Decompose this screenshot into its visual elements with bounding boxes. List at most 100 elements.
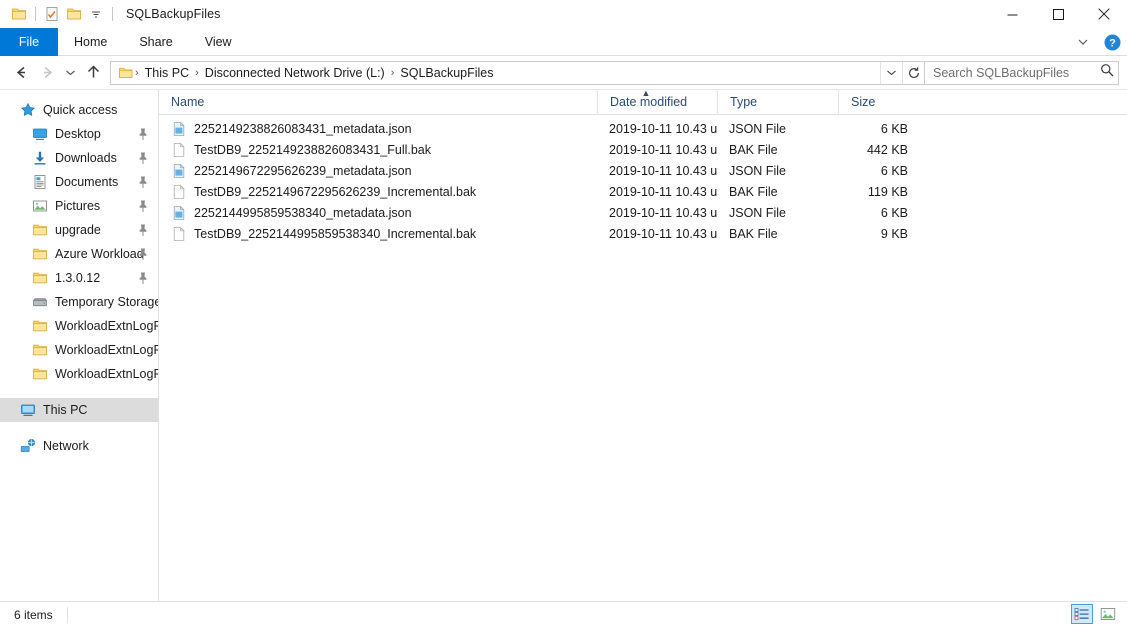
folder-icon[interactable] [8, 3, 30, 25]
breadcrumb-bar[interactable]: › This PC › Disconnected Network Drive (… [110, 60, 925, 85]
sidebar-item-temporary-storage[interactable]: Temporary Storage [0, 290, 158, 314]
explorer-body: Quick access Desktop Downloads Documents… [0, 87, 1127, 601]
sidebar-item-downloads[interactable]: Downloads [0, 146, 158, 170]
downloads-icon [32, 150, 48, 166]
sidebar-item-label: Network [43, 439, 89, 453]
up-button[interactable] [80, 60, 106, 86]
status-divider [66, 606, 68, 623]
search-box[interactable] [925, 60, 1119, 85]
documents-icon [32, 174, 48, 190]
sidebar-item-azure-workload[interactable]: Azure Workload [0, 242, 158, 266]
desktop-icon [32, 126, 48, 142]
sort-ascending-icon: ▲ [641, 87, 651, 98]
sidebar-item-documents[interactable]: Documents [0, 170, 158, 194]
back-button[interactable] [8, 60, 34, 86]
sidebar-item-desktop[interactable]: Desktop [0, 122, 158, 146]
customize-dropdown-icon[interactable] [85, 3, 107, 25]
sidebar-item-upgrade[interactable]: upgrade [0, 218, 158, 242]
sidebar-item-label: Documents [55, 175, 119, 189]
column-header-size[interactable]: Size [838, 89, 918, 115]
properties-icon[interactable] [41, 3, 63, 25]
chevron-down-icon[interactable] [1071, 30, 1095, 54]
sidebar-item-network[interactable]: Network [0, 434, 158, 458]
sidebar-item-label: Azure Workload [55, 247, 144, 261]
sidebar-item-label: Desktop [55, 127, 101, 141]
table-row[interactable]: TestDB9_2252149238826083431_Full.bak 201… [159, 139, 1127, 160]
file-name: TestDB9_2252149238826083431_Full.bak [194, 142, 431, 157]
large-icons-view-button[interactable] [1097, 604, 1119, 624]
file-size-cell: 6 KB [880, 163, 908, 178]
pin-icon[interactable] [137, 271, 149, 285]
pin-icon[interactable] [137, 151, 149, 165]
file-name-cell: TestDB9_2252149672295626239_Incremental.… [159, 181, 597, 202]
maximize-button[interactable] [1035, 0, 1081, 28]
recent-locations-icon[interactable] [60, 60, 80, 86]
pin-icon[interactable] [137, 247, 149, 261]
sidebar-item-label: Pictures [55, 199, 101, 213]
breadcrumb-item-folder[interactable]: SQLBackupFiles [395, 66, 498, 80]
file-date-cell: 2019-10-11 10.43 u. [609, 142, 717, 157]
sidebar-item-label: 1.3.0.12 [55, 271, 101, 285]
table-row[interactable]: 2252149672295626239_metadata.json 2019-1… [159, 160, 1127, 181]
breadcrumb: › This PC › Disconnected Network Drive (… [111, 62, 880, 84]
sidebar-item-pictures[interactable]: Pictures [0, 194, 158, 218]
file-list-pane: Name ▲ Date modified Type Size 225214923… [159, 87, 1127, 601]
column-header-date-modified[interactable]: ▲ Date modified [597, 87, 717, 115]
sidebar-item-workload-extn-log-folder-1[interactable]: WorkloadExtnLogFo [0, 314, 158, 338]
close-button[interactable] [1081, 0, 1127, 28]
column-header-type[interactable]: Type [717, 89, 838, 115]
breadcrumb-folder-icon [115, 65, 134, 81]
file-date-cell: 2019-10-11 10.43 u. [609, 184, 717, 199]
pin-icon[interactable] [137, 199, 149, 213]
sidebar-item-label: Downloads [55, 151, 117, 165]
pin-icon[interactable] [137, 175, 149, 189]
breadcrumb-item-drive[interactable]: Disconnected Network Drive (L:) [200, 66, 390, 80]
new-folder-icon[interactable] [63, 3, 85, 25]
pin-icon[interactable] [137, 127, 149, 141]
folder-icon [32, 366, 48, 382]
search-input[interactable] [933, 65, 1100, 80]
ribbon-right-controls: ? [1071, 28, 1123, 56]
status-bar: 6 items [0, 601, 1127, 627]
file-type-cell: BAK File [729, 142, 778, 157]
tab-view[interactable]: View [189, 28, 248, 56]
toolbar-divider [35, 7, 36, 21]
search-icon[interactable] [1100, 63, 1114, 82]
bak-file-icon [171, 184, 187, 200]
previous-locations-icon[interactable] [880, 61, 902, 84]
title-bar: SQLBackupFiles [0, 0, 1127, 28]
sidebar-item-1-3-0-12[interactable]: 1.3.0.12 [0, 266, 158, 290]
file-type-cell: JSON File [729, 163, 786, 178]
star-icon [20, 102, 36, 118]
sidebar-item-this-pc[interactable]: This PC [0, 398, 158, 422]
pin-icon[interactable] [137, 223, 149, 237]
item-count: 6 items [14, 607, 53, 622]
minimize-button[interactable] [989, 0, 1035, 28]
table-row[interactable]: 2252149238826083431_metadata.json 2019-1… [159, 118, 1127, 139]
file-name-cell: 2252149672295626239_metadata.json [159, 160, 597, 181]
navigation-pane: Quick access Desktop Downloads Documents… [0, 90, 159, 601]
table-row[interactable]: TestDB9_2252144995859538340_Incremental.… [159, 223, 1127, 244]
sidebar-item-quick-access[interactable]: Quick access [0, 98, 158, 122]
tab-file[interactable]: File [0, 28, 58, 56]
toolbar-divider-2 [112, 7, 113, 21]
breadcrumb-item-this-pc[interactable]: This PC [140, 66, 194, 80]
help-icon[interactable]: ? [1101, 31, 1123, 53]
quick-access-toolbar [0, 0, 118, 28]
tab-share[interactable]: Share [123, 28, 188, 56]
table-row[interactable]: 2252144995859538340_metadata.json 2019-1… [159, 202, 1127, 223]
tab-home[interactable]: Home [58, 28, 123, 56]
details-view-button[interactable] [1071, 604, 1093, 624]
column-header-name[interactable]: Name [159, 90, 597, 115]
sidebar-item-workload-extn-log-folder-3[interactable]: WorkloadExtnLogFo [0, 362, 158, 386]
folder-icon [32, 270, 48, 286]
refresh-icon[interactable] [902, 61, 924, 84]
drive-icon [32, 294, 48, 310]
json-file-icon [171, 163, 187, 179]
table-row[interactable]: TestDB9_2252149672295626239_Incremental.… [159, 181, 1127, 202]
forward-button [34, 60, 60, 86]
sidebar-item-workload-extn-log-folder-2[interactable]: WorkloadExtnLogFo [0, 338, 158, 362]
file-date-cell: 2019-10-11 10.43 u. [609, 121, 717, 136]
file-type-cell: BAK File [729, 184, 778, 199]
